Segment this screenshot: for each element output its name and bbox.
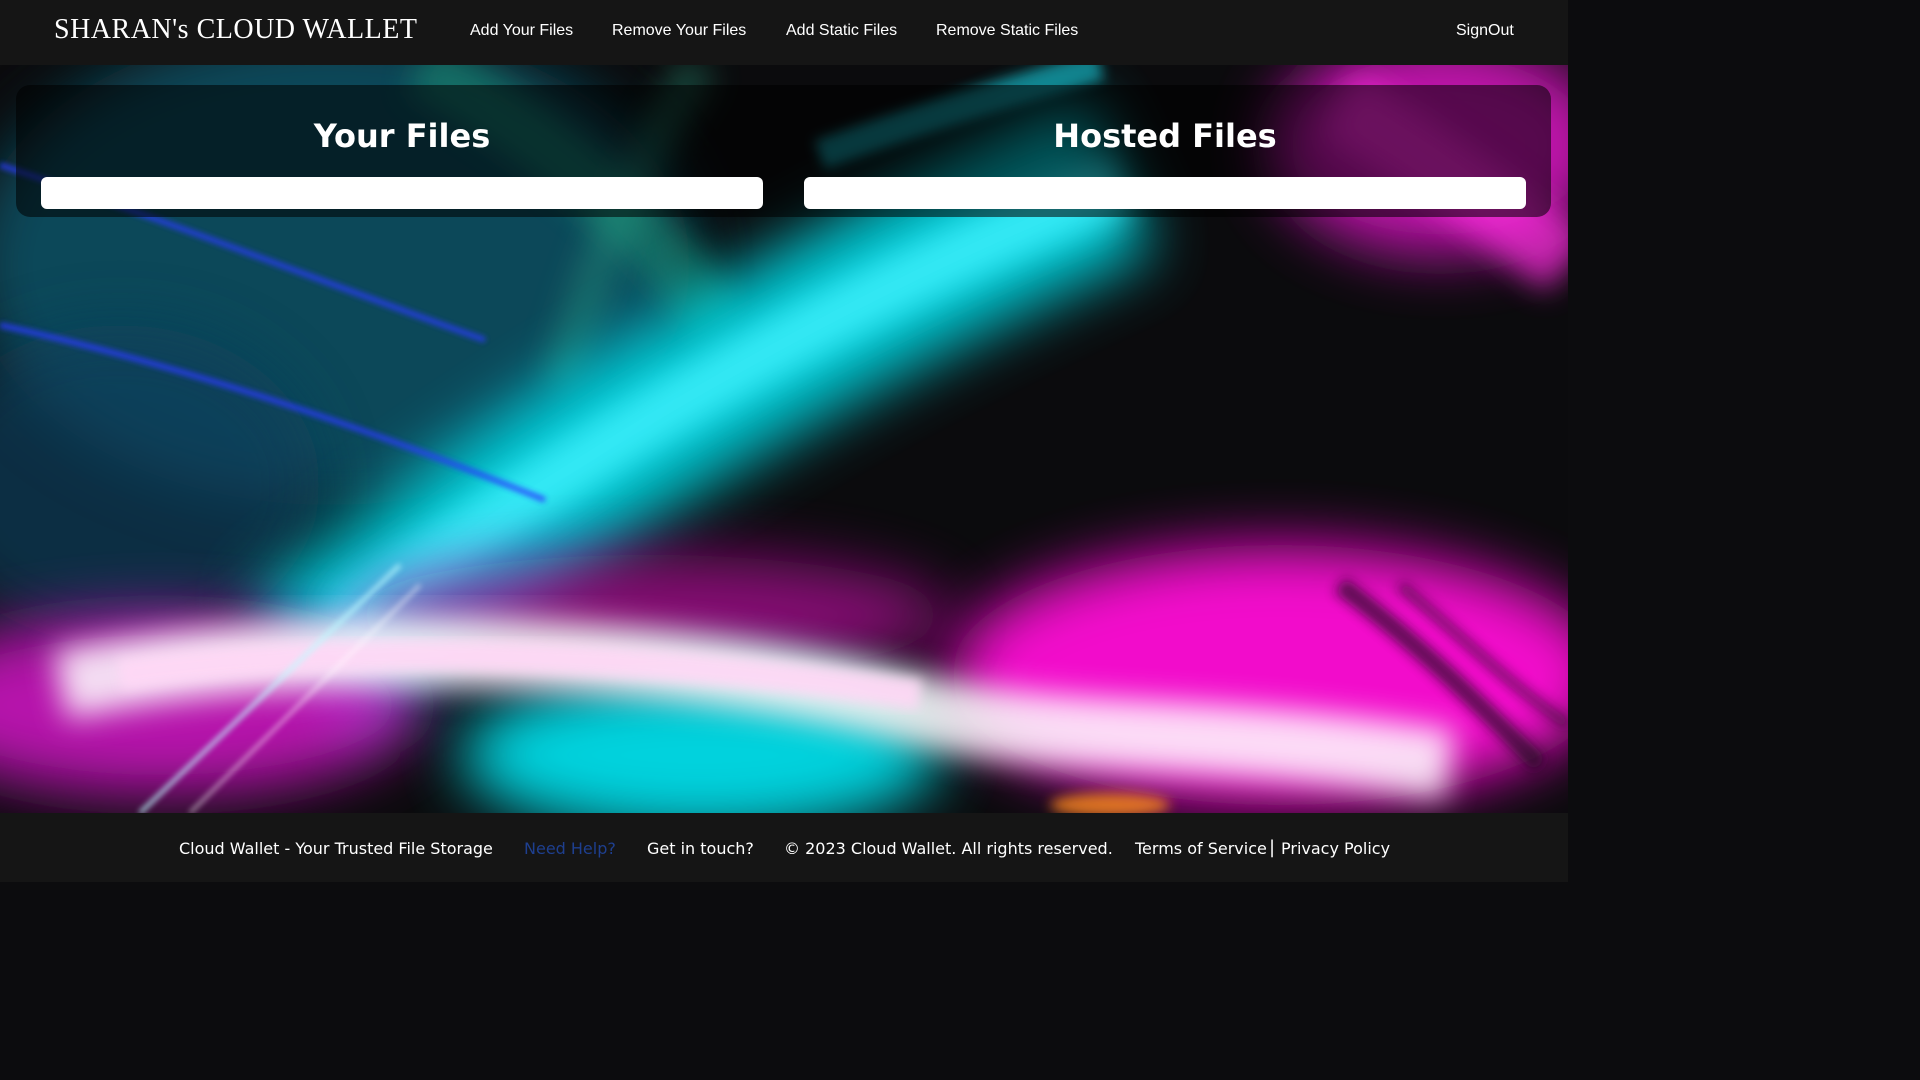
nav-remove-static-files[interactable]: Remove Static Files: [936, 22, 1078, 40]
footer: Cloud Wallet - Your Trusted File Storage…: [0, 813, 1568, 882]
your-files-title: Your Files: [313, 117, 491, 155]
brand-logo[interactable]: SHARAN's CLOUD WALLET: [54, 14, 417, 46]
need-help-link[interactable]: Need Help?: [524, 839, 616, 858]
hosted-files-list[interactable]: [804, 177, 1526, 209]
get-in-touch-link[interactable]: Get in touch?: [647, 839, 754, 858]
footer-tagline: Cloud Wallet - Your Trusted File Storage: [179, 839, 493, 858]
nav-add-your-files[interactable]: Add Your Files: [470, 22, 573, 40]
top-navbar: SHARAN's CLOUD WALLET Add Your Files Rem…: [0, 0, 1568, 65]
nav-remove-your-files[interactable]: Remove Your Files: [612, 22, 746, 40]
nav-add-static-files[interactable]: Add Static Files: [786, 22, 897, 40]
terms-of-service-link[interactable]: Terms of Service: [1135, 839, 1267, 858]
hosted-files-title: Hosted Files: [1053, 117, 1277, 155]
footer-copyright: © 2023 Cloud Wallet. All rights reserved…: [784, 839, 1113, 858]
your-files-list[interactable]: [41, 177, 763, 209]
background-artwork: Your Files Hosted Files: [0, 65, 1568, 813]
footer-separator: |: [1269, 837, 1276, 858]
privacy-policy-link[interactable]: Privacy Policy: [1281, 839, 1390, 858]
files-panel: Your Files Hosted Files: [16, 85, 1551, 217]
signout-button[interactable]: SignOut: [1456, 22, 1514, 40]
